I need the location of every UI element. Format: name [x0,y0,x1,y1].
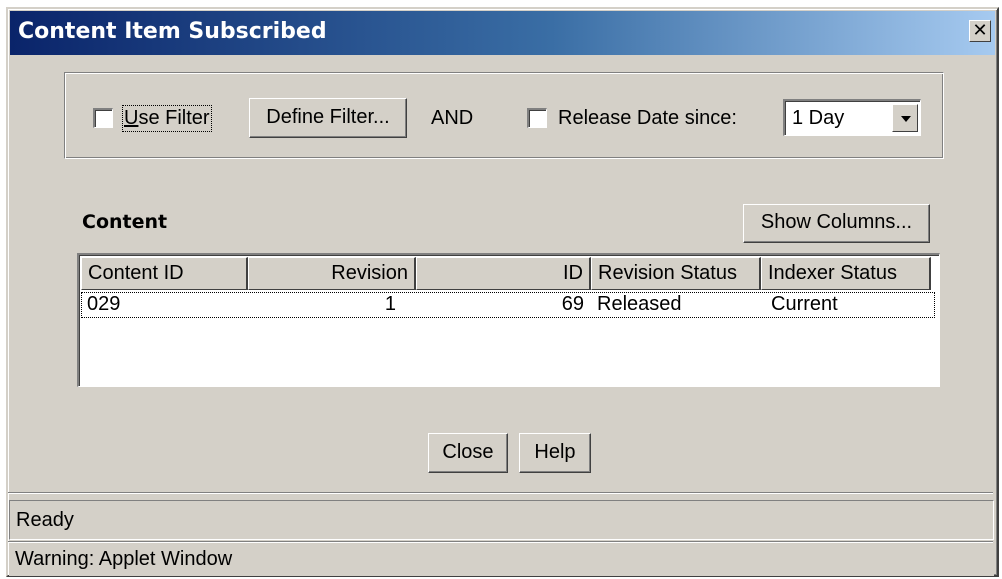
help-button[interactable]: Help [519,433,591,473]
content-table: Content ID Revision ID Revision Status I… [77,253,940,387]
cell-revision-status: Released [597,293,682,315]
applet-warning: Warning: Applet Window [9,545,994,576]
release-date-select[interactable]: 1 Day [783,99,921,136]
cell-revision: 1 [384,293,396,315]
release-date-checkbox[interactable] [527,108,547,128]
column-header-revision-status[interactable]: Revision Status [591,257,761,290]
use-filter-checkbox[interactable] [93,108,113,128]
close-icon[interactable]: ✕ [969,20,991,42]
content-heading: Content [82,211,168,233]
divider [8,492,993,494]
and-label: AND [431,107,474,129]
cell-id: 69 [561,293,584,315]
use-filter-label[interactable]: Use Filter [122,105,212,132]
column-header-indexer-status[interactable]: Indexer Status [761,257,931,290]
title-bar[interactable]: Content Item Subscribed ✕ [10,11,995,55]
release-date-value: 1 Day [792,107,845,129]
column-header-revision[interactable]: Revision [248,257,416,290]
define-filter-button[interactable]: Define Filter... [249,98,407,138]
status-bar: Ready [9,500,994,540]
cell-indexer-status: Current [771,293,838,315]
column-header-content-id[interactable]: Content ID [81,257,248,290]
show-columns-button[interactable]: Show Columns... [743,204,930,243]
column-header-id[interactable]: ID [416,257,591,290]
close-button[interactable]: Close [428,433,508,473]
divider [8,541,993,543]
cell-content-id: 029 [87,293,121,315]
release-date-label: Release Date since: [558,107,737,129]
window-title: Content Item Subscribed [18,19,327,44]
chevron-down-icon[interactable] [892,104,918,132]
